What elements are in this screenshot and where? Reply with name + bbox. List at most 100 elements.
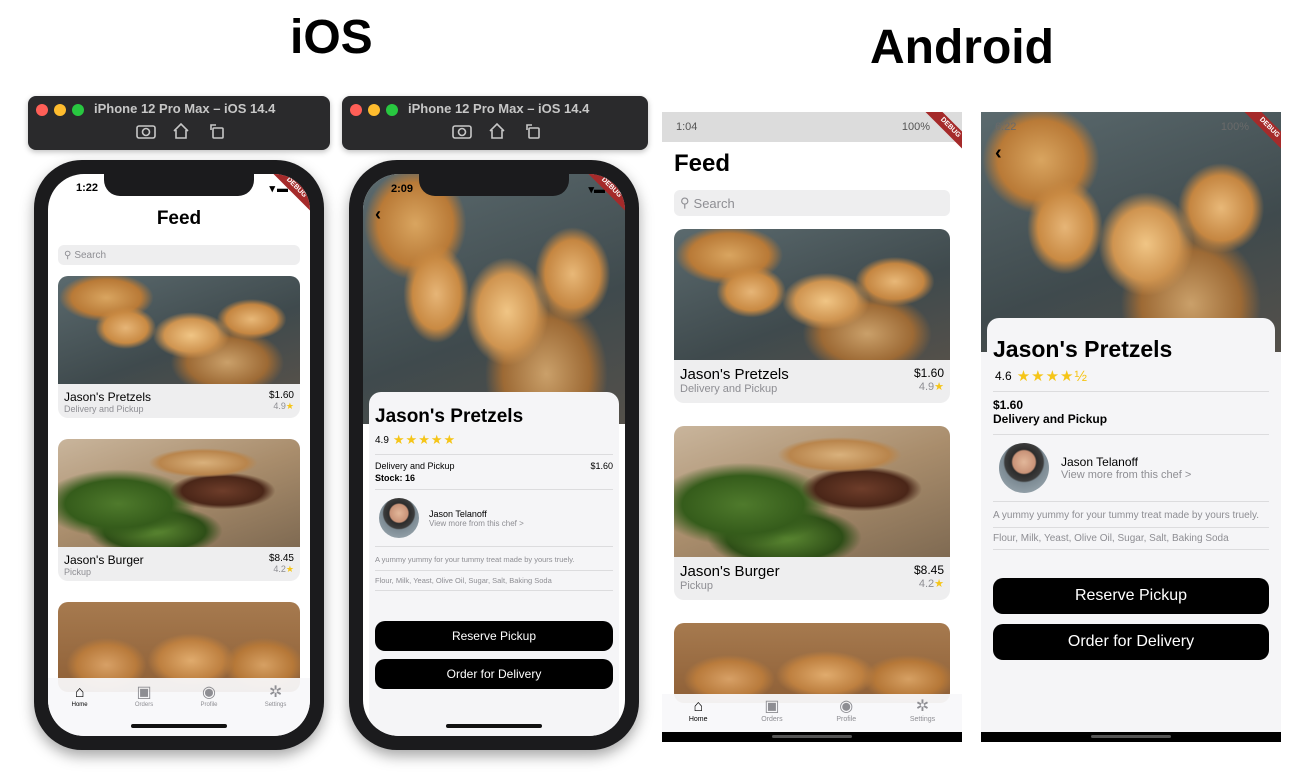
system-nav-bar	[662, 732, 962, 742]
list-item[interactable]	[674, 623, 950, 703]
back-chevron-icon[interactable]: ‹	[995, 142, 1002, 165]
page-title: Feed	[156, 208, 202, 229]
ios-heading: iOS	[290, 11, 373, 64]
product-title: Jason's Pretzels	[375, 406, 524, 427]
ios-detail-device: DEBUG 2:09 ▾▬ ‹ Jason's Pretzels 4.9 ★★★…	[349, 160, 639, 750]
ios-detail-screen: DEBUG 2:09 ▾▬ ‹ Jason's Pretzels 4.9 ★★★…	[363, 174, 625, 736]
order-delivery-button[interactable]: Order for Delivery	[993, 624, 1269, 660]
chef-row[interactable]: Jason Telanoff View more from this chef …	[375, 490, 613, 546]
minimize-window-button[interactable]	[54, 104, 66, 116]
zoom-window-button[interactable]	[386, 104, 398, 116]
notch	[419, 174, 569, 196]
food-photo	[674, 229, 950, 360]
tab-bar: ⌂ Home ▣ Orders ◉ Profile ✲ Settings	[662, 694, 962, 732]
price: $1.60	[590, 461, 613, 471]
delivery-type: Delivery and Pickup	[993, 412, 1108, 426]
item-rating: 4.2	[918, 578, 935, 590]
tab-home[interactable]: ⌂ Home	[689, 698, 708, 723]
search-icon: ⚲	[680, 195, 690, 210]
android-heading: Android	[870, 21, 1054, 74]
home-icon[interactable]	[488, 122, 506, 140]
item-subtitle: Delivery and Pickup	[64, 404, 144, 414]
gear-icon: ✲	[915, 698, 930, 715]
screenshot-camera-icon[interactable]	[452, 122, 472, 140]
list-item[interactable]: Jason's Pretzels Delivery and Pickup $1.…	[674, 229, 950, 403]
order-delivery-button[interactable]: Order for Delivery	[375, 659, 613, 689]
item-name: Jason's Burger	[64, 553, 144, 567]
back-chevron-icon[interactable]: ‹	[375, 204, 381, 225]
search-input[interactable]: ⚲ Search	[58, 245, 300, 265]
star-icon: ★	[934, 578, 944, 590]
status-time: 1:22	[76, 182, 99, 194]
status-bar: 6:22 100%	[981, 112, 1281, 142]
reserve-pickup-button[interactable]: Reserve Pickup	[993, 578, 1269, 614]
food-photo	[981, 112, 1281, 352]
chef-name: Jason Telanoff	[1061, 455, 1138, 469]
minimize-window-button[interactable]	[368, 104, 380, 116]
search-input[interactable]: ⚲ Search	[674, 190, 950, 216]
android-feed-screen: 1:04 100% DEBUG Feed ⚲ Search Jason's Pr…	[662, 112, 962, 742]
list-item[interactable]: Jason's Burger Pickup $8.45 4.2★	[674, 426, 950, 600]
food-photo	[674, 426, 950, 557]
avatar	[999, 443, 1049, 493]
screenshot-camera-icon[interactable]	[136, 122, 156, 140]
list-item[interactable]: Jason's Pretzels Delivery and Pickup $1.…	[58, 276, 300, 418]
chef-link[interactable]: View more from this chef >	[1061, 469, 1191, 481]
home-indicator	[446, 724, 542, 728]
stock-count: Stock: 16	[375, 473, 416, 483]
price: $1.60	[993, 398, 1024, 412]
list-item[interactable]: Jason's Burger Pickup $8.45 4.2★	[58, 439, 300, 581]
ios-feed-device: DEBUG 1:22 ▾▬ Feed ⚲ Search Jason's Pret…	[34, 160, 324, 750]
chef-link[interactable]: View more from this chef >	[429, 519, 524, 528]
ios-feed-screen: DEBUG 1:22 ▾▬ Feed ⚲ Search Jason's Pret…	[48, 174, 310, 736]
star-icon: ★	[934, 381, 944, 393]
star-icon: ★	[285, 401, 294, 411]
tab-orders[interactable]: ▣ Orders	[135, 684, 153, 708]
status-time: 1:04	[676, 121, 698, 133]
simulator-toolbar: iPhone 12 Pro Max – iOS 14.4	[342, 96, 648, 150]
item-price: $8.45	[268, 553, 294, 564]
rotate-icon[interactable]	[208, 122, 226, 140]
food-photo	[363, 174, 625, 424]
notch	[104, 174, 254, 196]
tab-settings[interactable]: ✲ Settings	[910, 698, 935, 723]
detail-sheet: Jason's Pretzels 4.9 ★★★★★ Delivery and …	[369, 392, 619, 736]
tab-profile[interactable]: ◉ Profile	[200, 684, 217, 708]
zoom-window-button[interactable]	[72, 104, 84, 116]
item-price: $8.45	[913, 563, 944, 577]
battery-level: 100%	[901, 121, 930, 133]
item-subtitle: Pickup	[680, 580, 714, 592]
tab-orders[interactable]: ▣ Orders	[761, 698, 782, 723]
status-bar: 1:04 100%	[662, 112, 962, 142]
simulator-toolbar: iPhone 12 Pro Max – iOS 14.4	[28, 96, 330, 150]
rating-value: 4.9	[375, 434, 389, 446]
tab-profile[interactable]: ◉ Profile	[836, 698, 856, 723]
star-rating-icon: ★★★★★	[392, 432, 457, 447]
battery-level: 100%	[1220, 121, 1249, 133]
item-price: $1.60	[913, 366, 944, 380]
tab-settings[interactable]: ✲ Settings	[265, 684, 287, 708]
home-icon[interactable]	[172, 122, 190, 140]
item-rating: 4.9	[273, 401, 286, 411]
close-window-button[interactable]	[36, 104, 48, 116]
chef-row[interactable]: Jason Telanoff View more from this chef …	[993, 435, 1269, 501]
reserve-pickup-button[interactable]: Reserve Pickup	[375, 621, 613, 651]
item-subtitle: Delivery and Pickup	[680, 383, 778, 395]
item-rating: 4.2	[273, 564, 286, 574]
rating-value: 4.6	[995, 369, 1012, 383]
simulator-title: iPhone 12 Pro Max – iOS 14.4	[408, 101, 590, 116]
star-icon: ★	[285, 564, 294, 574]
status-time: 6:22	[995, 121, 1017, 133]
close-window-button[interactable]	[350, 104, 362, 116]
detail-sheet: Jason's Pretzels 4.6 ★★★★½ $1.60 Deliver…	[987, 318, 1275, 732]
item-price: $1.60	[268, 390, 294, 401]
rotate-icon[interactable]	[524, 122, 542, 140]
food-photo	[674, 623, 950, 703]
system-nav-bar	[981, 732, 1281, 742]
item-name: Jason's Pretzels	[64, 390, 151, 404]
food-photo	[58, 439, 300, 547]
avatar	[379, 498, 419, 538]
home-icon: ⌂	[74, 684, 85, 701]
simulator-title: iPhone 12 Pro Max – iOS 14.4	[94, 101, 276, 116]
tab-home[interactable]: ⌂ Home	[72, 684, 88, 708]
